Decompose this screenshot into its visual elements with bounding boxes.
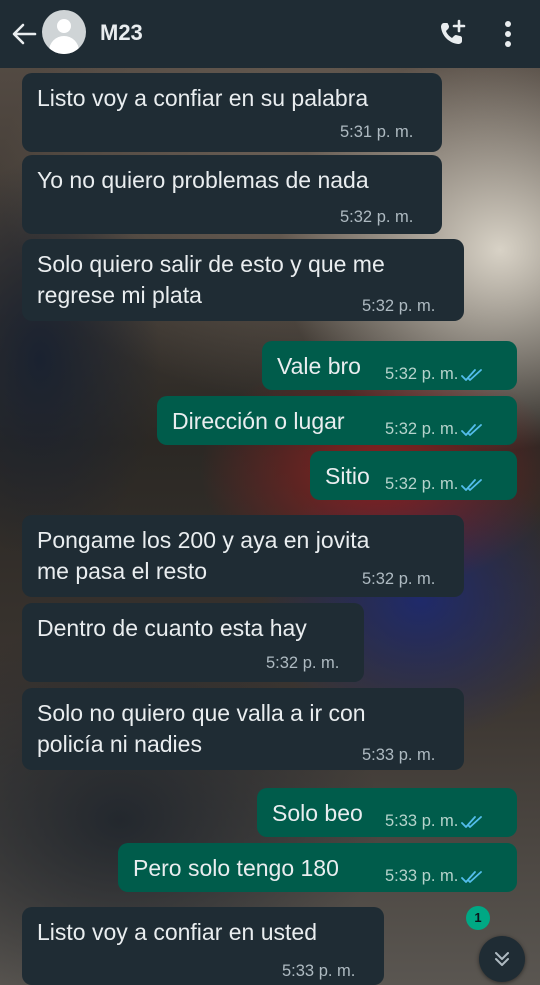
message-text: Listo voy a confiar en usted xyxy=(37,917,317,948)
timestamp-text: 5:32 p. m. xyxy=(362,297,436,315)
message-timestamp: 5:33 p. m. xyxy=(385,866,483,886)
incoming-message[interactable]: Dentro de cuanto esta hay 5:32 p. m. xyxy=(22,603,364,682)
timestamp-text: 5:32 p. m. xyxy=(266,654,340,672)
message-line: Sitio xyxy=(325,463,370,489)
avatar-body-shape xyxy=(49,36,79,54)
unread-count-badge: 1 xyxy=(466,906,490,930)
message-timestamp: 5:33 p. m. xyxy=(385,811,483,831)
message-line: me pasa el resto xyxy=(37,558,208,584)
incoming-message[interactable]: Listo voy a confiar en su palabra 5:31 p.… xyxy=(22,73,442,152)
message-timestamp: 5:33 p. m. xyxy=(362,745,435,765)
message-timestamp: 5:31 p. m. xyxy=(340,122,413,142)
message-timestamp: 5:32 p. m. xyxy=(362,569,435,589)
message-line: Vale bro xyxy=(277,353,361,379)
read-receipt-double-check-icon xyxy=(461,870,483,883)
message-line: Dentro de cuanto esta hay xyxy=(37,615,307,641)
message-timestamp: 5:33 p. m. xyxy=(282,961,355,981)
message-text: Solo beo xyxy=(272,798,363,829)
read-receipt-double-check-icon xyxy=(461,423,483,436)
message-text: Solo quiero salir de esto y que me regres… xyxy=(37,249,385,311)
timestamp-text: 5:32 p. m. xyxy=(385,475,459,493)
incoming-message[interactable]: Yo no quiero problemas de nada 5:32 p. m. xyxy=(22,155,442,234)
outgoing-message[interactable]: Vale bro 5:32 p. m. xyxy=(262,341,517,390)
message-text: Sitio xyxy=(325,461,370,492)
message-line: regrese mi plata xyxy=(37,282,202,308)
message-line: Pero solo tengo 180 xyxy=(133,855,339,881)
message-timestamp: 5:32 p. m. xyxy=(385,419,483,439)
incoming-message[interactable]: Solo quiero salir de esto y que me regres… xyxy=(22,239,464,321)
more-vertical-icon[interactable] xyxy=(500,20,516,48)
chat-header: M23 xyxy=(0,0,540,68)
message-line: Listo voy a confiar en su palabra xyxy=(37,85,369,111)
timestamp-text: 5:32 p. m. xyxy=(362,570,436,588)
timestamp-text: 5:33 p. m. xyxy=(362,746,436,764)
timestamp-text: 5:33 p. m. xyxy=(385,812,459,830)
message-text: Solo no quiero que valla a ir con policía… xyxy=(37,698,366,760)
message-timestamp: 5:32 p. m. xyxy=(266,653,339,673)
message-timestamp: 5:32 p. m. xyxy=(385,474,483,494)
incoming-message[interactable]: Solo no quiero que valla a ir con policía… xyxy=(22,688,464,770)
contact-name[interactable]: M23 xyxy=(100,20,143,46)
avatar[interactable] xyxy=(42,10,86,54)
timestamp-text: 5:31 p. m. xyxy=(340,123,414,141)
message-line: Pongame los 200 y aya en jovita xyxy=(37,527,370,553)
timestamp-text: 5:32 p. m. xyxy=(340,208,414,226)
read-receipt-double-check-icon xyxy=(461,368,483,381)
incoming-message[interactable]: Listo voy a confiar en usted 5:33 p. m. xyxy=(22,907,384,985)
message-timestamp: 5:32 p. m. xyxy=(362,296,435,316)
timestamp-text: 5:33 p. m. xyxy=(385,867,459,885)
timestamp-text: 5:33 p. m. xyxy=(282,962,356,980)
back-arrow-icon[interactable] xyxy=(10,20,38,48)
message-line: Yo no quiero problemas de nada xyxy=(37,167,369,193)
message-text: Dentro de cuanto esta hay xyxy=(37,613,307,644)
message-line: Solo quiero salir de esto y que me xyxy=(37,251,385,277)
message-timestamp: 5:32 p. m. xyxy=(340,207,413,227)
outgoing-message[interactable]: Pero solo tengo 180 5:33 p. m. xyxy=(118,843,517,892)
message-line: Solo no quiero que valla a ir con xyxy=(37,700,366,726)
message-line: policía ni nadies xyxy=(37,731,202,757)
message-text: Dirección o lugar xyxy=(172,406,345,437)
message-line: Listo voy a confiar en usted xyxy=(37,919,317,945)
scroll-to-bottom-button[interactable] xyxy=(479,936,525,982)
timestamp-text: 5:32 p. m. xyxy=(385,420,459,438)
message-timestamp: 5:32 p. m. xyxy=(385,364,483,384)
message-text: Vale bro xyxy=(277,351,361,382)
message-text: Pero solo tengo 180 xyxy=(133,853,339,884)
read-receipt-double-check-icon xyxy=(461,815,483,828)
incoming-message[interactable]: Pongame los 200 y aya en jovita me pasa e… xyxy=(22,515,464,597)
message-text: Pongame los 200 y aya en jovita me pasa e… xyxy=(37,525,369,587)
read-receipt-double-check-icon xyxy=(461,478,483,491)
outgoing-message[interactable]: Sitio 5:32 p. m. xyxy=(310,451,517,500)
double-chevron-down-icon xyxy=(495,952,509,966)
avatar-head-shape xyxy=(57,19,71,33)
message-line: Dirección o lugar xyxy=(172,408,345,434)
add-call-icon[interactable] xyxy=(437,18,467,48)
message-line: Solo beo xyxy=(272,800,363,826)
outgoing-message[interactable]: Solo beo 5:33 p. m. xyxy=(257,788,517,837)
message-text: Yo no quiero problemas de nada xyxy=(37,165,369,196)
message-text: Listo voy a confiar en su palabra xyxy=(37,83,368,114)
outgoing-message[interactable]: Dirección o lugar 5:32 p. m. xyxy=(157,396,517,445)
timestamp-text: 5:32 p. m. xyxy=(385,365,459,383)
